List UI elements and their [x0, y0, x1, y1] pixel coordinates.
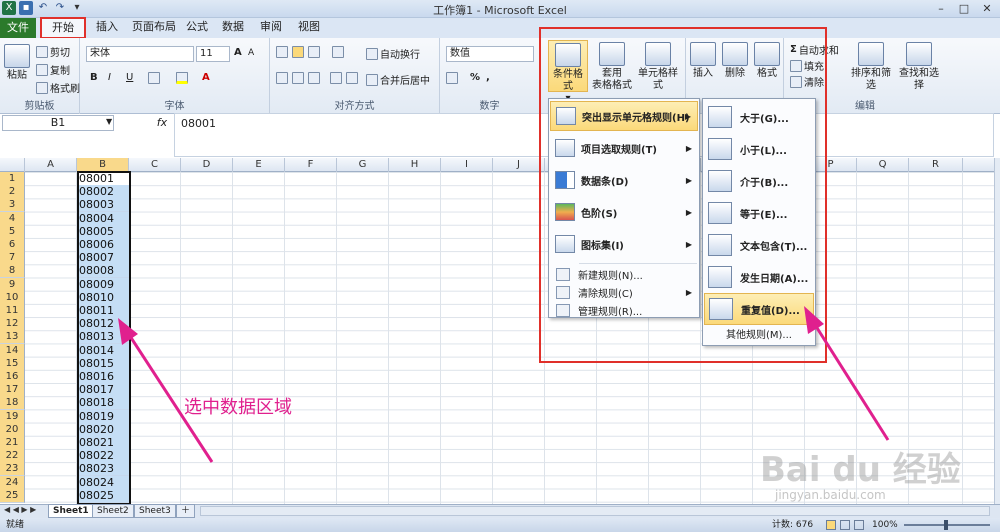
arrow-head-icon — [118, 318, 138, 345]
baidu-watermark: Bai du 经验 — [760, 450, 961, 490]
arrow-head-icon — [804, 306, 824, 334]
baidu-watermark-url: jingyan.baidu.com — [775, 488, 886, 502]
annotation-text: 选中数据区域 — [184, 397, 292, 418]
arrow-shaft — [810, 319, 890, 441]
arrow-to-duplicate — [804, 306, 890, 441]
arrow-to-selection — [118, 318, 214, 463]
